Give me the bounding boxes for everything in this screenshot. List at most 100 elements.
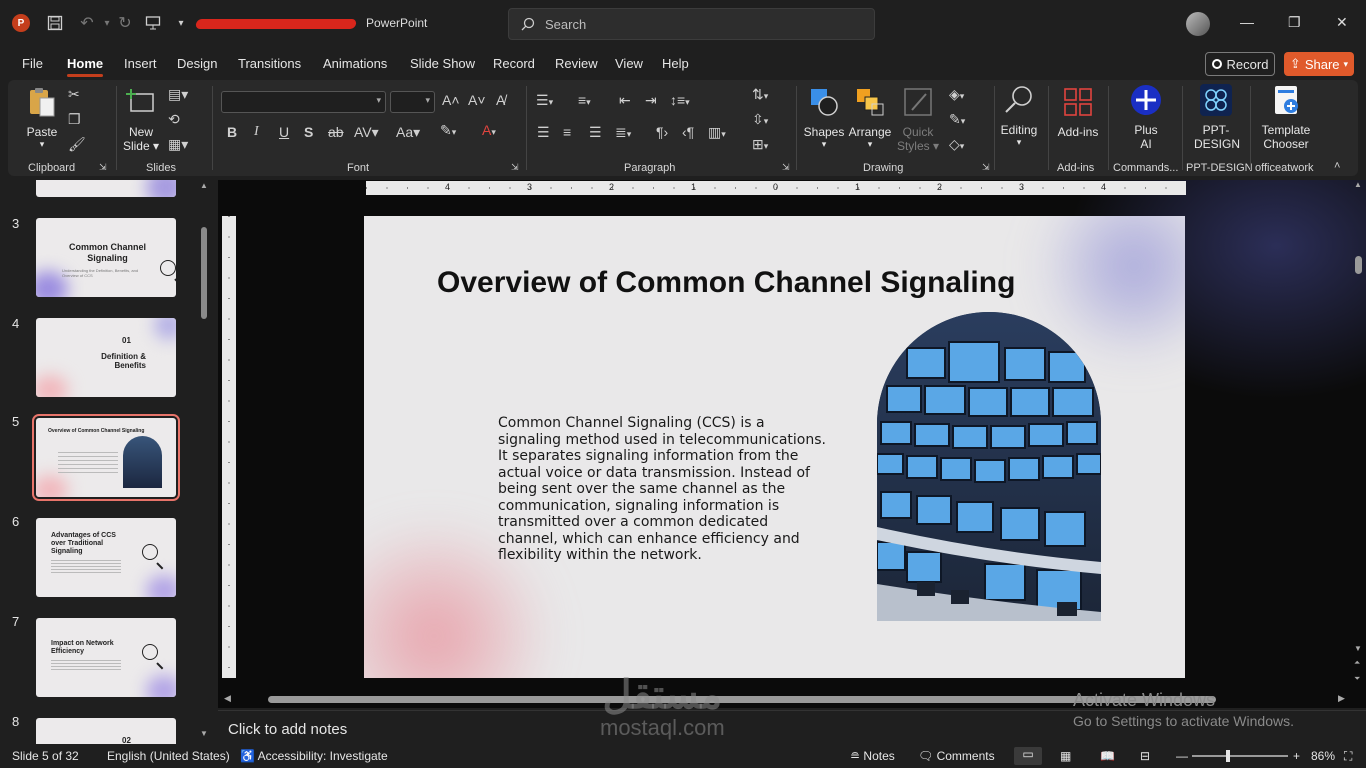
font-color-icon[interactable]: A▾	[482, 122, 496, 138]
strikethrough-icon[interactable]: ab	[328, 124, 344, 140]
tab-file[interactable]: File	[22, 56, 43, 71]
avatar[interactable]	[1186, 12, 1210, 36]
notes-button[interactable]: ≘ Notes	[850, 749, 895, 763]
numbering-icon[interactable]: ≡▾	[578, 92, 591, 108]
layout-icon[interactable]: ▤▾	[168, 86, 188, 103]
tab-design[interactable]: Design	[177, 56, 217, 71]
shape-effects-icon[interactable]: ◇▾	[949, 136, 964, 153]
align-text-icon[interactable]: ⇳▾	[752, 111, 768, 128]
slide-thumbnail[interactable]	[36, 180, 176, 197]
zoom-out-icon[interactable]: —	[1176, 749, 1188, 763]
dialog-launcher-icon[interactable]: ⇲	[511, 162, 519, 173]
copy-icon[interactable]: ❐	[68, 111, 81, 128]
record-button[interactable]: Record	[1205, 52, 1275, 76]
close-icon[interactable]: ✕	[1336, 14, 1348, 31]
tab-home[interactable]: Home	[67, 56, 104, 77]
slide-thumbnail[interactable]: Common Channel Signaling Understanding t…	[36, 218, 176, 297]
align-right-icon[interactable]: ☰	[589, 124, 602, 141]
ltr-icon[interactable]: ¶›	[656, 124, 668, 140]
scroll-up-icon[interactable]: ▲	[1354, 180, 1362, 189]
tab-insert[interactable]: Insert	[124, 56, 157, 71]
convert-smartart-icon[interactable]: ⊞▾	[752, 136, 768, 153]
rtl-icon[interactable]: ‹¶	[682, 124, 694, 140]
align-left-icon[interactable]: ☰	[537, 124, 550, 141]
search-box[interactable]: Search	[508, 8, 875, 40]
scroll-right-icon[interactable]: ▶	[1338, 693, 1345, 704]
language[interactable]: English (United States)	[107, 749, 230, 763]
undo-icon[interactable]: ↶	[76, 12, 98, 34]
tab-record[interactable]: Record	[493, 56, 535, 71]
columns-icon[interactable]: ▥▾	[708, 124, 726, 141]
tab-help[interactable]: Help	[662, 56, 689, 71]
slide-title[interactable]: Overview of Common Channel Signaling	[437, 266, 1015, 300]
italic-icon[interactable]: I	[254, 124, 259, 140]
vertical-scrollbar[interactable]: ▲ ▼ ⏶ ⏷	[1352, 180, 1364, 690]
bullets-icon[interactable]: ☰▾	[536, 92, 553, 109]
tab-animations[interactable]: Animations	[323, 56, 387, 71]
zoom-in-icon[interactable]: +	[1293, 749, 1300, 763]
normal-view-icon[interactable]: ▭	[1014, 747, 1042, 765]
font-family-select[interactable]: ▾	[221, 91, 386, 113]
section-icon[interactable]: ▦▾	[168, 136, 188, 153]
quick-styles-button[interactable]: Quick Styles ▾	[896, 86, 940, 153]
text-shadow-icon[interactable]: S	[304, 124, 313, 140]
line-spacing-icon[interactable]: ↕≡▾	[670, 92, 690, 108]
redo-icon[interactable]: ↻	[114, 12, 136, 34]
dialog-launcher-icon[interactable]: ⇲	[782, 162, 790, 173]
highlight-icon[interactable]: ✎▾	[440, 122, 456, 139]
customize-toolbar-icon[interactable]: ▾	[170, 12, 192, 34]
zoom-slider[interactable]	[1192, 755, 1288, 757]
slide-thumbnail[interactable]: Advantages of CCS over Traditional Signa…	[36, 518, 176, 597]
plus-ai-button[interactable]: Plus AI	[1124, 84, 1168, 151]
clear-formatting-icon[interactable]: A̸	[496, 92, 505, 108]
slide-count[interactable]: Slide 5 of 32	[12, 749, 79, 763]
scroll-down-icon[interactable]: ▼	[200, 729, 208, 738]
decrease-indent-icon[interactable]: ⇤	[619, 92, 631, 109]
character-spacing-icon[interactable]: AV▾	[354, 124, 379, 141]
collapse-ribbon-icon[interactable]: ˄	[1334, 160, 1340, 172]
shape-fill-icon[interactable]: ◈▾	[949, 86, 964, 103]
underline-icon[interactable]: U	[279, 124, 289, 140]
slide-thumbnail[interactable]: 01 Definition & Benefits	[36, 318, 176, 397]
notes-placeholder[interactable]: Click to add notes	[228, 721, 347, 738]
scrollbar-thumb[interactable]	[201, 227, 207, 319]
zoom-level[interactable]: 86%	[1311, 749, 1335, 763]
tab-review[interactable]: Review	[555, 56, 598, 71]
tab-view[interactable]: View	[615, 56, 643, 71]
maximize-icon[interactable]: ❐	[1288, 14, 1301, 31]
save-icon[interactable]	[44, 12, 66, 34]
change-case-icon[interactable]: Aa▾	[396, 124, 420, 141]
reset-icon[interactable]: ⟲	[168, 111, 180, 128]
slide-thumbnail-active[interactable]: Overview of Common Channel Signaling	[32, 414, 180, 501]
align-center-icon[interactable]: ≡	[563, 124, 571, 140]
font-size-select[interactable]: ▾	[390, 91, 435, 113]
slide-canvas[interactable]: Overview of Common Channel Signaling Com…	[364, 216, 1185, 678]
fit-to-window-icon[interactable]: ⛶	[1344, 749, 1352, 764]
present-from-start-icon[interactable]	[142, 12, 164, 34]
control-room-image[interactable]	[877, 312, 1101, 621]
scrollbar-thumb[interactable]	[1355, 256, 1362, 274]
reading-view-icon[interactable]: 📖	[1100, 749, 1115, 763]
accessibility-status[interactable]: ♿ Accessibility: Investigate	[240, 749, 388, 763]
dialog-launcher-icon[interactable]: ⇲	[982, 162, 990, 173]
tab-transitions[interactable]: Transitions	[238, 56, 301, 71]
dialog-launcher-icon[interactable]: ⇲	[99, 162, 107, 173]
thumbnails-scrollbar[interactable]: ▲ ▼	[198, 181, 210, 740]
template-chooser-button[interactable]: Template Chooser	[1256, 84, 1316, 151]
bold-icon[interactable]: B	[227, 124, 237, 140]
shrink-font-icon[interactable]: A˅	[468, 92, 486, 108]
tab-slide-show[interactable]: Slide Show	[410, 56, 475, 71]
text-direction-icon[interactable]: ⇅▾	[752, 86, 768, 103]
slide-thumbnail[interactable]: Impact on Network Efficiency	[36, 618, 176, 697]
shapes-button[interactable]: Shapes ▾	[802, 86, 846, 150]
next-slide-icon[interactable]: ⏷	[1354, 674, 1360, 684]
scroll-left-icon[interactable]: ◀	[224, 693, 231, 704]
slide-sorter-icon[interactable]: ▦	[1060, 749, 1071, 763]
shape-outline-icon[interactable]: ✎▾	[949, 111, 965, 128]
cut-icon[interactable]: ✂	[68, 86, 80, 103]
zoom-slider-thumb[interactable]	[1226, 750, 1230, 762]
grow-font-icon[interactable]: A˄	[442, 92, 460, 108]
comments-button[interactable]: 🗨 Comments	[918, 749, 995, 763]
increase-indent-icon[interactable]: ⇥	[645, 92, 657, 109]
paste-button[interactable]: Paste ▾	[24, 86, 60, 150]
